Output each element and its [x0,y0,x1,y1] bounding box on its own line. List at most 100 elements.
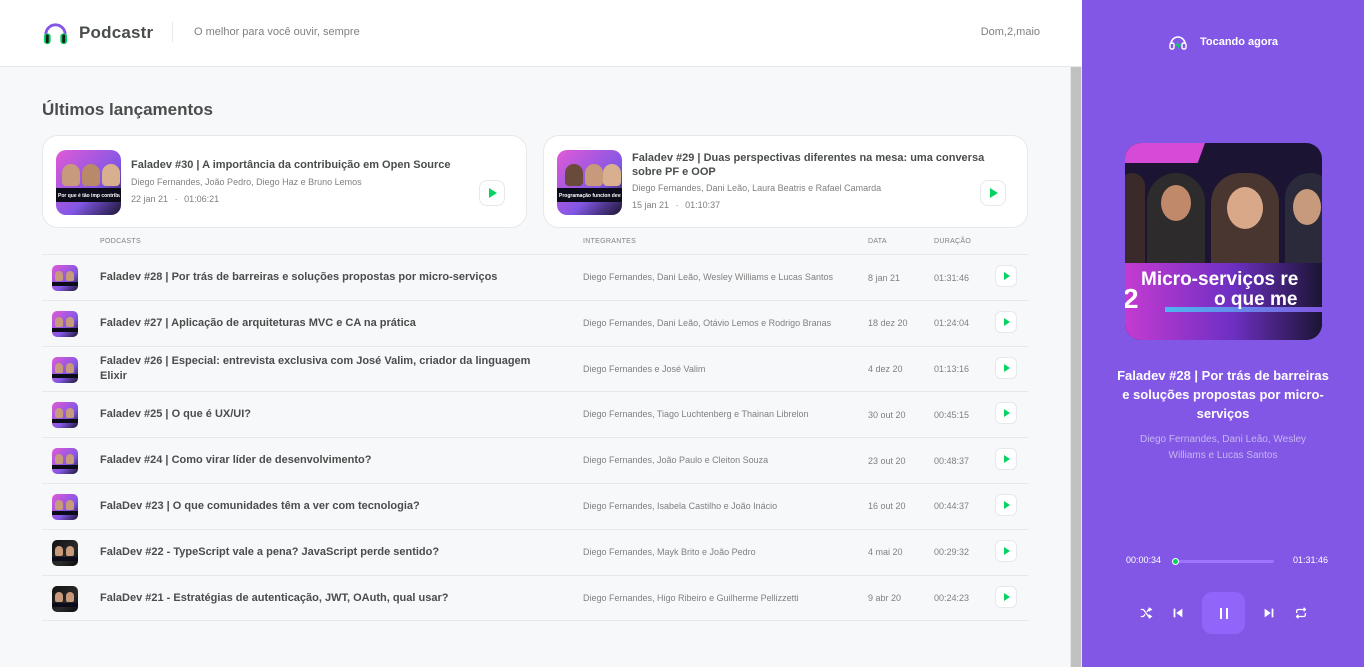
episode-thumbnail[interactable]: Por que é tão imp contribuir em Open S [56,150,121,215]
episode-title[interactable]: Faladev #26 | Especial: entrevista exclu… [100,347,560,392]
episode-thumbnail[interactable] [52,265,78,291]
episode-title[interactable]: FalaDev #21 - Estratégias de autenticaçã… [100,576,560,621]
table-row[interactable]: Faladev #27 | Aplicação de arquiteturas … [42,301,1028,347]
total-time: 01:31:46 [1292,555,1328,565]
episode-date: 4 dez 20 [868,364,903,375]
pause-icon [1219,607,1222,619]
repeat-button[interactable] [1292,604,1310,622]
episode-thumbnail[interactable] [52,402,78,429]
thumb-person [102,164,120,186]
thumb-person [66,408,74,419]
cover-face [1227,187,1263,229]
thumb-caption-bar [52,419,78,424]
table-row[interactable]: FalaDev #23 | O que comunidades têm a ve… [42,484,1028,530]
previous-button[interactable] [1169,604,1187,622]
play-icon [1004,546,1010,555]
episode-title[interactable]: FalaDev #23 | O que comunidades têm a ve… [100,484,560,529]
app-name: Podcastr [79,22,154,42]
thumb-person [565,164,583,186]
episode-duration: 01:06:21 [184,194,220,204]
episode-members: Diego Fernandes, Dani Leão, Laura Beatri… [632,183,882,193]
pause-icon [1225,607,1228,619]
cover-number: 2 [1125,283,1139,314]
table-row[interactable]: FalaDev #22 - TypeScript vale a pena? Ja… [42,530,1028,576]
cover-stripe [1125,143,1205,163]
thumb-caption-bar [52,510,78,515]
player-panel: Tocando agora 2 Micro-serviços re o que … [1082,0,1364,667]
thumb-caption-bar [52,373,78,378]
progress-handle[interactable] [1171,558,1179,565]
play-episode-button[interactable] [479,180,505,206]
episode-date: 22 jan 21 [131,194,169,204]
scrollbar-thumb[interactable] [1071,67,1081,667]
meta-separator: · [174,194,178,204]
play-episode-button[interactable] [995,356,1017,379]
pause-button[interactable] [1202,592,1245,634]
episode-members: Diego Fernandes, Dani Leão, Wesley Willi… [583,272,833,282]
play-episode-button[interactable] [995,493,1017,516]
episode-members: Diego Fernandes, Dani Leão, Otávio Lemos… [583,317,832,328]
next-button[interactable] [1260,604,1278,622]
thumb-person [55,316,63,327]
thumb-caption-bar [52,327,78,332]
tagline: O melhor para você ouvir, sempre [194,26,360,38]
episode-title[interactable]: Faladev #29 | Duas perspectivas diferent… [632,151,992,179]
play-episode-button[interactable] [995,310,1017,333]
table-row[interactable]: Faladev #26 | Especial: entrevista exclu… [42,347,1028,393]
episode-duration: 00:45:15 [934,409,970,420]
table-row[interactable]: FalaDev #21 - Estratégias de autenticaçã… [42,576,1028,622]
thumb-person [66,316,74,327]
play-episode-button[interactable] [995,585,1017,608]
table-row[interactable]: Faladev #28 | Por trás de barreiras e so… [42,255,1028,301]
episode-thumbnail[interactable] [52,585,78,612]
thumb-person [66,499,74,510]
now-playing-label: Tocando agora [1199,36,1279,48]
thumb-person [585,164,603,186]
play-icon [1004,317,1010,326]
episode-thumbnail[interactable] [52,539,78,566]
shuffle-button[interactable] [1137,604,1155,622]
episode-duration: 00:29:32 [934,547,970,558]
next-icon [1264,608,1274,618]
table-row[interactable]: Faladev #24 | Como virar líder de desenv… [42,438,1028,484]
latest-episode-card[interactable]: Programação funcion devs orientados a Fa… [543,135,1028,228]
play-icon [990,188,998,198]
episode-thumbnail[interactable] [52,356,78,383]
table-row[interactable]: Faladev #25 | O que é UX/UI? Diego Fernan… [42,392,1028,439]
episode-title[interactable]: Faladev #28 | Por trás de barreiras e so… [100,255,560,300]
play-episode-button[interactable] [980,180,1006,206]
episode-title[interactable]: Faladev #30 | A importância da contribui… [131,158,491,172]
table-body: Faladev #28 | Por trás de barreiras e so… [42,255,1028,622]
thumb-caption-bar [52,556,78,561]
episode-title[interactable]: Faladev #24 | Como virar líder de desenv… [100,438,560,483]
episode-thumbnail[interactable] [52,310,78,337]
play-episode-button[interactable] [995,448,1017,471]
progress-slider[interactable] [1171,558,1274,565]
latest-episode-card[interactable]: Por que é tão imp contribuir em Open S F… [42,135,527,228]
episode-thumbnail[interactable] [52,493,78,520]
episode-title[interactable]: Faladev #25 | O que é UX/UI? [100,392,560,437]
thumb-person [82,164,100,186]
logo[interactable]: Podcastr [42,19,153,46]
thumb-person [66,454,74,465]
table-header: PODCASTS INTEGRANTES DATA DURAÇÃO [42,233,1028,255]
thumb-person [66,591,74,602]
cover-face [1293,189,1321,225]
thumb-person [603,164,621,186]
scrollbar[interactable] [1070,67,1082,667]
play-episode-button[interactable] [995,539,1017,562]
episode-title[interactable]: FalaDev #22 - TypeScript vale a pena? Ja… [100,530,560,575]
episode-members: Diego Fernandes, Higo Ribeiro e Guilherm… [583,592,799,603]
episode-members: Diego Fernandes, João Pedro, Diego Haz e… [131,177,362,187]
thumb-person [66,271,74,281]
episode-thumbnail[interactable]: Programação funcion devs orientados a [557,150,622,215]
play-episode-button[interactable] [995,402,1017,425]
play-episode-button[interactable] [995,265,1017,287]
thumb-person [66,362,74,373]
episode-members: Diego Fernandes, Mayk Brito e João Pedro [583,546,756,557]
play-icon [1004,500,1010,509]
episode-thumbnail[interactable] [52,448,78,475]
main-content: Podcastr O melhor para você ouvir, sempr… [0,0,1082,667]
episode-title[interactable]: Faladev #27 | Aplicação de arquiteturas … [100,301,560,346]
episode-date: 16 out 20 [868,501,906,512]
